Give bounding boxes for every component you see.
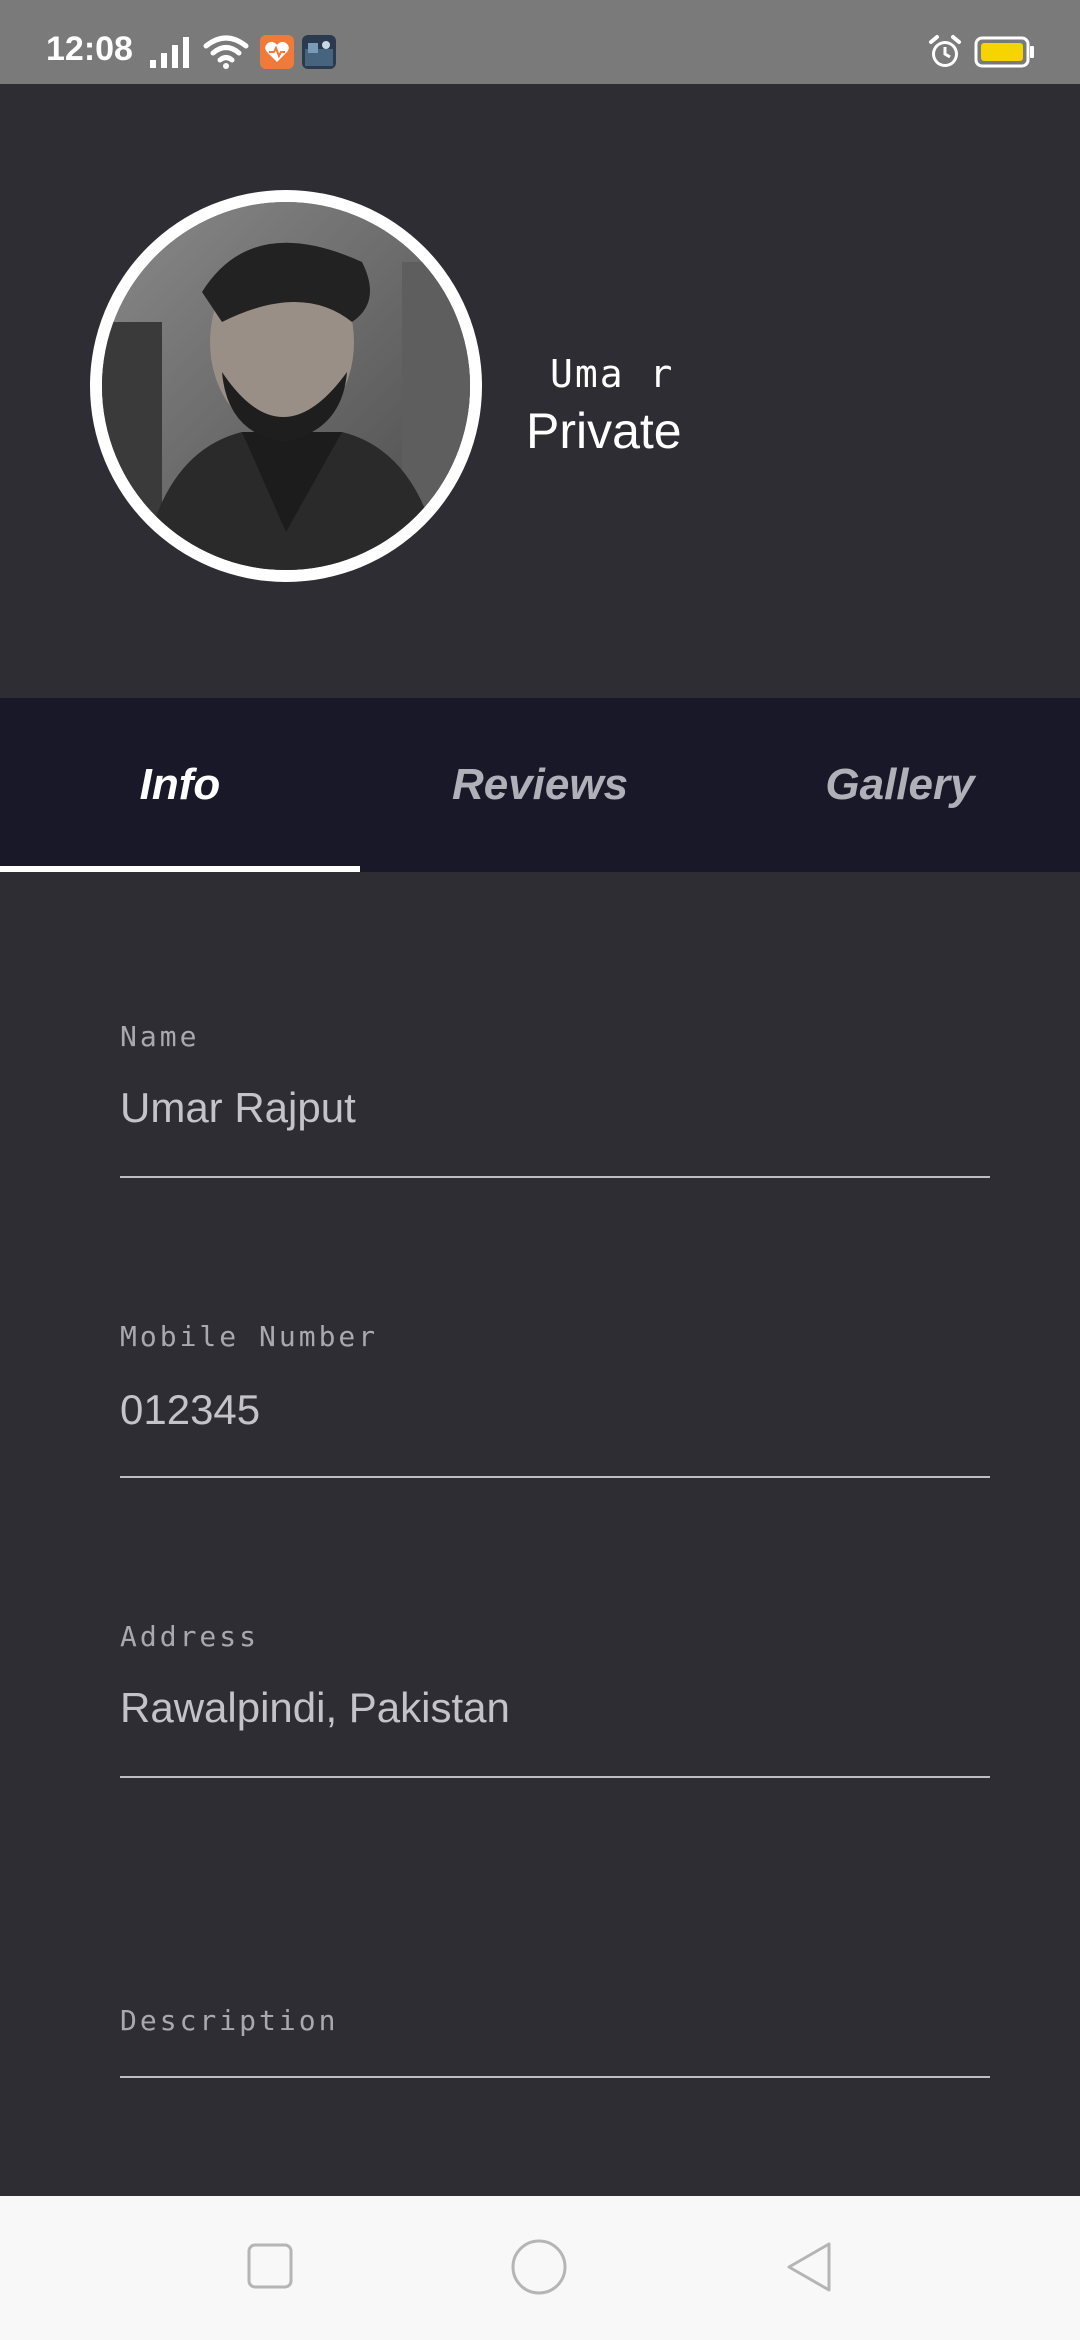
home-icon[interactable] bbox=[510, 2238, 568, 2296]
avatar[interactable] bbox=[102, 202, 470, 570]
alarm-icon bbox=[929, 35, 961, 67]
description-label: Description bbox=[120, 2004, 339, 2037]
address-label: Address bbox=[120, 1620, 260, 1653]
system-nav-bar bbox=[0, 2196, 1080, 2340]
status-bar: 12:08 bbox=[0, 0, 1080, 84]
name-label: Name bbox=[120, 1020, 200, 1053]
mobile-number-label: Mobile Number bbox=[120, 1320, 379, 1353]
name-field[interactable]: Umar Rajput bbox=[120, 1084, 356, 1132]
photo-app-icon bbox=[302, 35, 336, 69]
avatar-ring bbox=[90, 190, 482, 582]
health-app-icon bbox=[260, 35, 294, 69]
name-underline bbox=[120, 1176, 990, 1178]
status-time: 12:08 bbox=[46, 30, 133, 68]
battery-icon bbox=[974, 36, 1034, 68]
profile-header: Uma r Private bbox=[0, 84, 1080, 698]
address-field[interactable]: Rawalpindi, Pakistan bbox=[120, 1684, 510, 1732]
mobile-number-underline bbox=[120, 1476, 990, 1478]
mobile-number-field[interactable]: 012345 bbox=[120, 1386, 260, 1434]
tab-info[interactable]: Info bbox=[0, 698, 360, 872]
profile-photo bbox=[102, 202, 470, 570]
wifi-icon bbox=[203, 35, 249, 69]
recent-apps-icon[interactable] bbox=[246, 2242, 294, 2290]
tab-bar: Info Reviews Gallery bbox=[0, 698, 1080, 872]
tab-reviews[interactable]: Reviews bbox=[360, 698, 720, 872]
app-screen: 12:08 Uma r Private Info Reviews Gallery… bbox=[0, 0, 1080, 2340]
back-icon[interactable] bbox=[784, 2240, 834, 2294]
account-type: Private bbox=[526, 403, 682, 459]
tab-indicator bbox=[0, 866, 360, 872]
signal-icon bbox=[150, 37, 189, 68]
tab-gallery[interactable]: Gallery bbox=[720, 698, 1080, 872]
address-underline bbox=[120, 1776, 990, 1778]
description-underline bbox=[120, 2076, 990, 2078]
profile-username: Uma r bbox=[550, 352, 675, 396]
